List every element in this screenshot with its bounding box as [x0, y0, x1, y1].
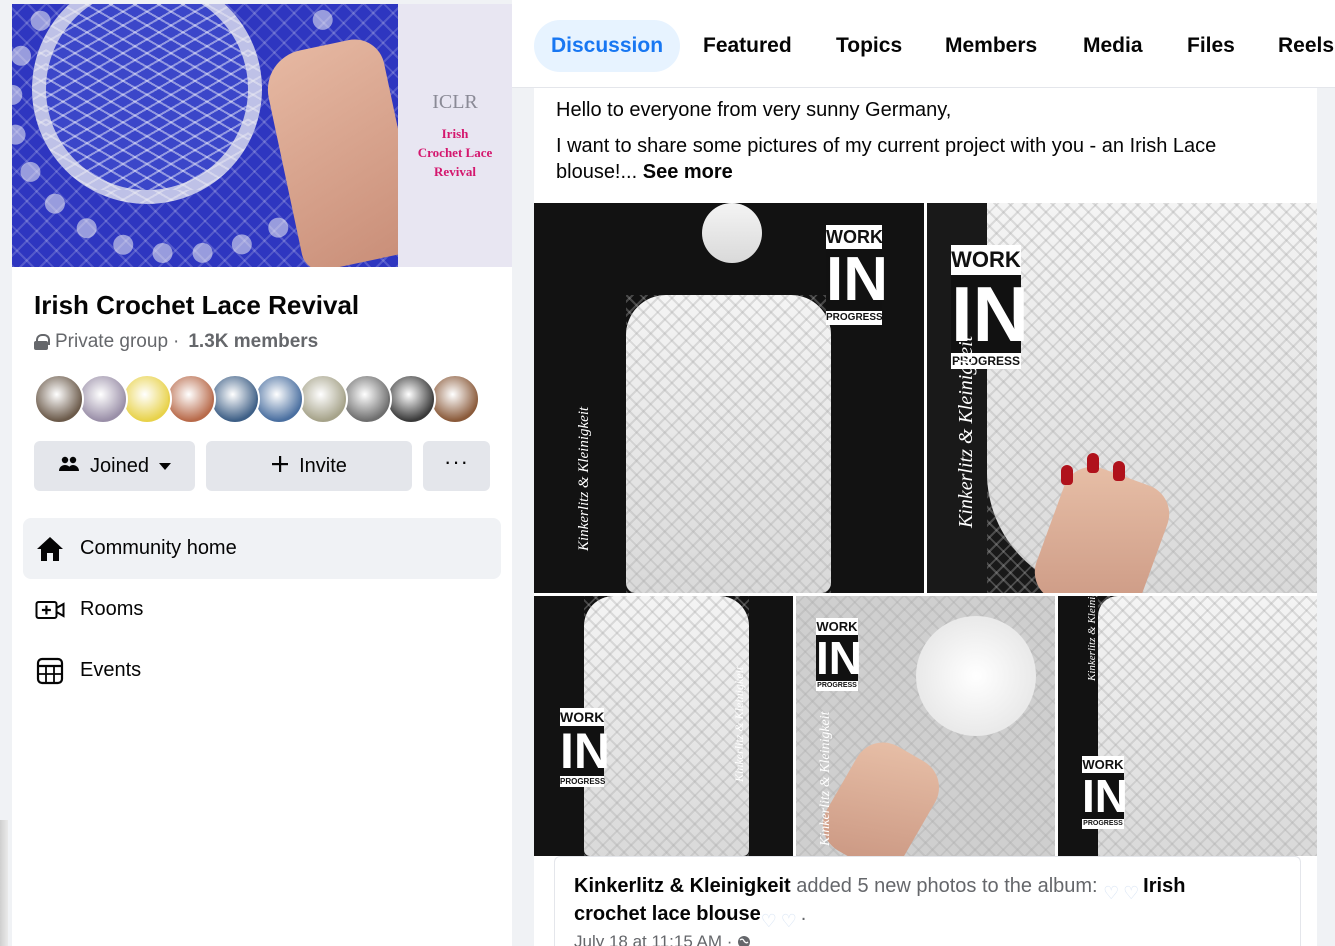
post-photo[interactable]: WORK IN PROGRESS Kinkerlitz & Kleinigkei…: [796, 596, 1055, 856]
author-link[interactable]: Kinkerlitz & Kleinigkeit: [574, 875, 791, 897]
blouse-image: [1098, 596, 1317, 856]
group-privacy: Private group: [55, 331, 169, 352]
member-avatar[interactable]: [78, 374, 128, 424]
nail-image: [1113, 461, 1125, 481]
member-avatar[interactable]: [122, 374, 172, 424]
post-timestamp[interactable]: July 18 at 11:15 AM ·: [574, 932, 751, 946]
blouse-image: [626, 295, 831, 593]
more-options-button[interactable]: ···: [423, 441, 490, 491]
album-caption: Kinkerlitz & Kleinigkeit added 5 new pho…: [574, 872, 1234, 931]
work-in-progress-badge: WORK IN PROGRESS: [826, 225, 888, 325]
cover-logo-line: Revival: [434, 163, 476, 179]
post-card: Hello to everyone from very sunny German…: [534, 88, 1317, 946]
nav-community-home[interactable]: Community home: [23, 518, 501, 579]
nav-events[interactable]: Events: [23, 640, 501, 701]
group-meta: Private group · 1.3K members: [34, 331, 318, 353]
tab-media[interactable]: Media: [1083, 20, 1143, 72]
nav-label: Community home: [80, 537, 237, 559]
member-avatar[interactable]: [34, 374, 84, 424]
cover-logo-abbr: ICLR: [432, 90, 478, 113]
photo-signature: Kinkerlitz & Kleinigkeit: [732, 666, 746, 782]
invite-label: Invite: [299, 454, 347, 477]
lock-icon: [34, 334, 50, 350]
tab-files[interactable]: Files: [1187, 20, 1235, 72]
see-more-link[interactable]: See more: [643, 161, 733, 183]
joined-label: Joined: [90, 454, 149, 477]
photo-signature: Kinkerlitz & Kleinigkeit: [818, 711, 833, 846]
group-cover-photo[interactable]: ICLR Irish Crochet Lace Revival: [12, 4, 512, 267]
tab-featured[interactable]: Featured: [703, 20, 792, 72]
post-photo[interactable]: WORK IN PROGRESS Kinkerlitz & Kleinigkei…: [534, 203, 924, 593]
meta-separator: ·: [173, 331, 180, 352]
background-edge: [0, 820, 8, 946]
post-photo[interactable]: WORK IN PROGRESS Kinkerlitz & Kleinigkei…: [1058, 596, 1317, 856]
heart-icon: ♡: [1103, 882, 1120, 903]
member-avatar[interactable]: [166, 374, 216, 424]
photo-signature: Kinkerlitz & Kleinigkeit: [1086, 596, 1098, 681]
member-avatar[interactable]: [430, 374, 480, 424]
cover-logo-line: Crochet Lace: [417, 144, 493, 160]
member-avatar[interactable]: [298, 374, 348, 424]
ellipsis-icon: ···: [444, 449, 469, 474]
plus-icon: [271, 455, 289, 478]
post-photo[interactable]: WORK IN PROGRESS Kinkerlitz & Kleinigkei…: [534, 596, 793, 856]
badge-progress: PROGRESS: [826, 311, 883, 325]
work-in-progress-badge: WORK IN PROGRESS: [816, 618, 862, 691]
badge-in: IN: [560, 723, 610, 779]
group-sidebar: ICLR Irish Crochet Lace Revival Irish Cr…: [12, 4, 512, 946]
member-avatar[interactable]: [386, 374, 436, 424]
joined-button[interactable]: Joined: [34, 441, 195, 491]
photo-signature: Kinkerlitz & Kleinigkeit: [576, 406, 592, 551]
badge-progress: PROGRESS: [816, 681, 858, 691]
chevron-down-icon: [158, 462, 171, 470]
caption-action: added 5 new photos to the album:: [796, 875, 1098, 897]
nail-image: [1061, 465, 1073, 485]
member-avatar[interactable]: [342, 374, 392, 424]
invite-button[interactable]: Invite: [206, 441, 412, 491]
work-in-progress-badge: WORK IN PROGRESS: [560, 708, 610, 787]
members-group-icon: [58, 455, 80, 478]
nav-label: Rooms: [80, 598, 144, 620]
group-tab-bar: Discussion Featured Topics Members Media…: [512, 0, 1335, 88]
member-avatar[interactable]: [254, 374, 304, 424]
badge-in: IN: [826, 245, 888, 314]
globe-icon: [737, 932, 751, 946]
heart-icon: ♡: [760, 910, 777, 931]
badge-in: IN: [816, 632, 862, 684]
post-text-body: I want to share some pictures of my curr…: [556, 133, 1296, 185]
cover-logo-panel: ICLR Irish Crochet Lace Revival: [398, 4, 512, 267]
heart-icon: ♡: [780, 910, 797, 931]
caption-period: .: [800, 903, 807, 925]
badge-progress: PROGRESS: [1082, 819, 1124, 829]
calendar-icon: [35, 656, 65, 686]
group-member-count[interactable]: 1.3K members: [188, 331, 318, 353]
badge-in: IN: [1082, 770, 1128, 822]
home-icon: [35, 534, 65, 564]
yarn-ball-image: [702, 203, 762, 263]
nav-rooms[interactable]: Rooms: [23, 579, 501, 640]
flower-image: [916, 616, 1036, 736]
tab-topics[interactable]: Topics: [836, 20, 902, 72]
group-title[interactable]: Irish Crochet Lace Revival: [34, 290, 359, 321]
tab-discussion[interactable]: Discussion: [534, 20, 681, 72]
heart-icon: ♡: [1123, 882, 1140, 903]
post-photo[interactable]: WORK IN PROGRESS Kinkerlitz & Kleinigkei…: [927, 203, 1317, 593]
nav-label: Events: [80, 659, 142, 681]
video-plus-icon: [35, 595, 65, 625]
member-avatars[interactable]: [34, 374, 480, 424]
timestamp-text: July 18 at 11:15 AM ·: [574, 932, 733, 946]
cover-logo-line: Irish: [441, 125, 469, 141]
photo-signature: Kinkerlitz & Kleinigkeit: [955, 335, 977, 528]
work-in-progress-badge: WORK IN PROGRESS: [1082, 756, 1128, 829]
tab-reels[interactable]: Reels: [1278, 20, 1334, 72]
post-text-line: Hello to everyone from very sunny German…: [556, 99, 952, 121]
member-avatar[interactable]: [210, 374, 260, 424]
tab-members[interactable]: Members: [945, 20, 1037, 72]
badge-progress: PROGRESS: [560, 776, 606, 787]
nail-image: [1087, 453, 1099, 473]
